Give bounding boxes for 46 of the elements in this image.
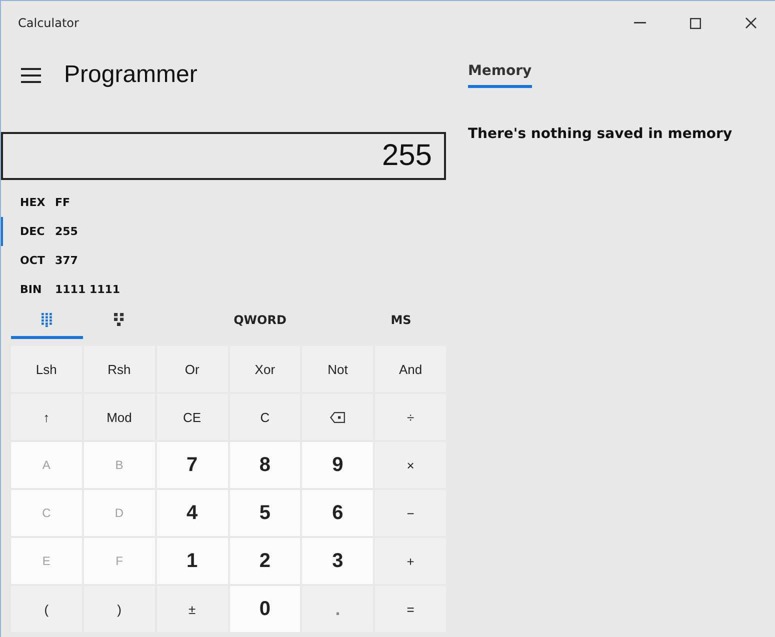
calculator-key[interactable]: 1	[156, 538, 228, 584]
calculator-key[interactable]: +	[375, 538, 446, 584]
calculator-key[interactable]: 0	[230, 586, 300, 632]
radix-row[interactable]: HEX FF	[1, 188, 446, 217]
radix-row[interactable]: OCT 377	[1, 246, 446, 275]
keypad-icon	[41, 313, 53, 327]
memory-empty-message: There's nothing saved in memory	[468, 126, 734, 142]
calculator-key[interactable]: 5	[230, 490, 300, 536]
calculator-key[interactable]: 3	[302, 538, 374, 584]
radix-row[interactable]: BIN 1111 1111	[1, 275, 446, 304]
calculator-key[interactable]: Xor	[230, 346, 300, 392]
backspace-icon	[330, 412, 346, 422]
calculator-key[interactable]: C	[230, 394, 300, 440]
calculator-key[interactable]: ×	[375, 442, 446, 488]
calculator-key[interactable]: Not	[302, 346, 374, 392]
calculator-key[interactable]: ↑	[11, 394, 82, 440]
calculator-key[interactable]: Or	[156, 346, 228, 392]
memory-tab[interactable]: Memory	[468, 63, 532, 88]
window-title: Calculator	[18, 16, 79, 30]
result-display: 255	[1, 132, 446, 180]
calculator-key[interactable]: ±	[156, 586, 228, 632]
bit-keypad-icon	[114, 313, 124, 327]
calculator-key[interactable]: (	[11, 586, 82, 632]
calculator-key[interactable]: )	[84, 586, 155, 632]
close-icon[interactable]	[745, 17, 757, 29]
calculator-key[interactable]: ÷	[375, 394, 446, 440]
menu-icon[interactable]	[21, 68, 41, 82]
calculator-key[interactable]: 8	[230, 442, 300, 488]
calculator-key[interactable]: −	[375, 490, 446, 536]
calculator-key[interactable]: 2	[230, 538, 300, 584]
maximize-icon[interactable]	[690, 18, 701, 28]
calculator-key[interactable]: 7	[156, 442, 228, 488]
word-size-button[interactable]: QWORD	[155, 304, 365, 339]
memory-store-button[interactable]: MS	[365, 304, 437, 339]
calculator-key[interactable]: Mod	[84, 394, 155, 440]
calculator-key[interactable]: CE	[156, 394, 228, 440]
calculator-key[interactable]: =	[375, 586, 446, 632]
minimize-icon[interactable]	[634, 22, 646, 24]
mode-title: Programmer	[64, 61, 198, 89]
calculator-key[interactable]: 9	[302, 442, 374, 488]
calculator-key[interactable]: 4	[156, 490, 228, 536]
calculator-key[interactable]: Rsh	[84, 346, 155, 392]
radix-row[interactable]: DEC 255	[1, 217, 446, 246]
calculator-key[interactable]: Lsh	[11, 346, 82, 392]
calculator-key[interactable]: 6	[302, 490, 374, 536]
calculator-key[interactable]: And	[375, 346, 446, 392]
